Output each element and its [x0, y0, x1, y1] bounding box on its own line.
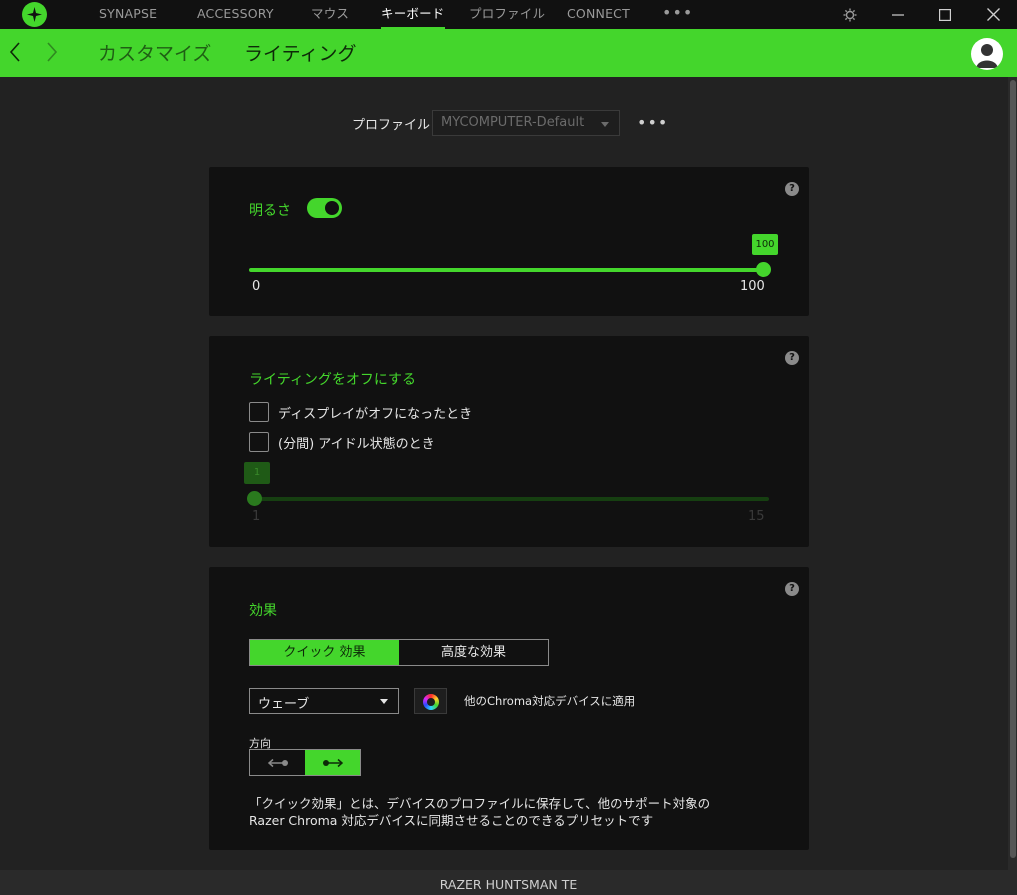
direction-left-button[interactable] [250, 750, 305, 775]
brightness-panel: ? 明るさ 100 0 100 [209, 167, 809, 316]
lighting-off-panel: ? ライティングをオフにする ディスプレイがオフになったとき (分間) アイドル… [209, 336, 809, 547]
brightness-value-tooltip: 100 [752, 234, 778, 255]
tab-advanced-effects[interactable]: 高度な効果 [399, 640, 548, 665]
arrow-left-icon [267, 758, 288, 767]
brightness-slider-handle[interactable] [756, 262, 771, 277]
nav-synapse[interactable]: SYNAPSE [99, 0, 157, 29]
profile-label: プロファイル [352, 118, 431, 133]
brightness-min-label: 0 [252, 279, 261, 294]
effects-title: 効果 [249, 603, 277, 619]
help-icon[interactable]: ? [785, 351, 799, 365]
brightness-max-label: 100 [740, 279, 765, 294]
caret-down-icon [601, 122, 609, 127]
display-off-label: ディスプレイがオフになったとき [278, 407, 473, 422]
idle-max-label: 15 [748, 509, 765, 524]
nav-profiles[interactable]: プロファイル [469, 0, 545, 29]
arrow-right-icon [322, 758, 343, 767]
display-off-checkbox[interactable] [249, 402, 269, 422]
direction-right-button[interactable] [305, 750, 360, 775]
brightness-toggle[interactable] [307, 198, 342, 218]
profile-more-button[interactable]: ••• [637, 113, 668, 132]
help-icon[interactable]: ? [785, 582, 799, 596]
maximize-icon[interactable] [930, 0, 960, 29]
tab-quick-effects[interactable]: クイック 効果 [250, 640, 399, 665]
chroma-apply-label: 他のChroma対応デバイスに適用 [464, 694, 636, 708]
effect-dropdown-value: ウェーブ [258, 697, 310, 712]
quick-effect-description: 「クイック効果」とは、デバイスのプロファイルに保存して、他のサポート対象の Ra… [249, 796, 711, 828]
nav-mouse[interactable]: マウス [311, 0, 349, 29]
effect-dropdown[interactable]: ウェーブ [249, 688, 399, 714]
close-icon[interactable] [978, 0, 1008, 29]
nav-more-button[interactable]: ••• [662, 0, 693, 29]
effect-type-tabs: クイック 効果 高度な効果 [249, 639, 549, 666]
brightness-title: 明るさ [249, 203, 291, 219]
profile-dropdown[interactable]: MYCOMPUTER-Default [432, 110, 620, 136]
chroma-apply-button[interactable] [414, 688, 447, 714]
nav-keyboard[interactable]: キーボード [381, 0, 445, 29]
device-name-footer: RAZER HUNTSMAN TE [0, 870, 1017, 895]
effects-panel: ? 効果 クイック 効果 高度な効果 ウェーブ 他のChroma対応デバイスに適… [209, 567, 809, 850]
brightness-slider-track[interactable] [249, 268, 763, 272]
idle-value-tooltip: 1 [244, 462, 270, 484]
lighting-off-title: ライティングをオフにする [249, 372, 417, 388]
idle-slider-track [249, 497, 769, 501]
nav-accessory[interactable]: ACCESSORY [197, 0, 274, 29]
user-avatar-icon[interactable] [971, 38, 1003, 70]
tab-lighting[interactable]: ライティング [244, 39, 356, 66]
direction-toggle-group [249, 749, 361, 776]
caret-down-icon [380, 699, 388, 704]
scrollbar-thumb[interactable] [1010, 80, 1016, 858]
forward-chevron-icon[interactable] [46, 41, 58, 67]
settings-gear-icon[interactable] [835, 0, 865, 29]
razer-logo-icon[interactable] [22, 2, 47, 27]
help-icon[interactable]: ? [785, 182, 799, 196]
tab-customize[interactable]: カスタマイズ [98, 39, 211, 66]
nav-connect[interactable]: CONNECT [567, 0, 630, 29]
chroma-wheel-icon [423, 694, 439, 710]
idle-checkbox[interactable] [249, 432, 269, 452]
idle-slider-handle [247, 491, 262, 506]
section-header: カスタマイズ ライティング [0, 29, 1017, 77]
idle-min-label: 1 [252, 509, 261, 524]
idle-label: (分間) アイドル状態のとき [278, 437, 435, 452]
profile-dropdown-value: MYCOMPUTER-Default [441, 115, 585, 130]
minimize-icon[interactable] [883, 0, 913, 29]
back-chevron-icon[interactable] [9, 41, 21, 67]
title-bar: SYNAPSE ACCESSORY マウス キーボード プロファイル CONNE… [0, 0, 1017, 29]
